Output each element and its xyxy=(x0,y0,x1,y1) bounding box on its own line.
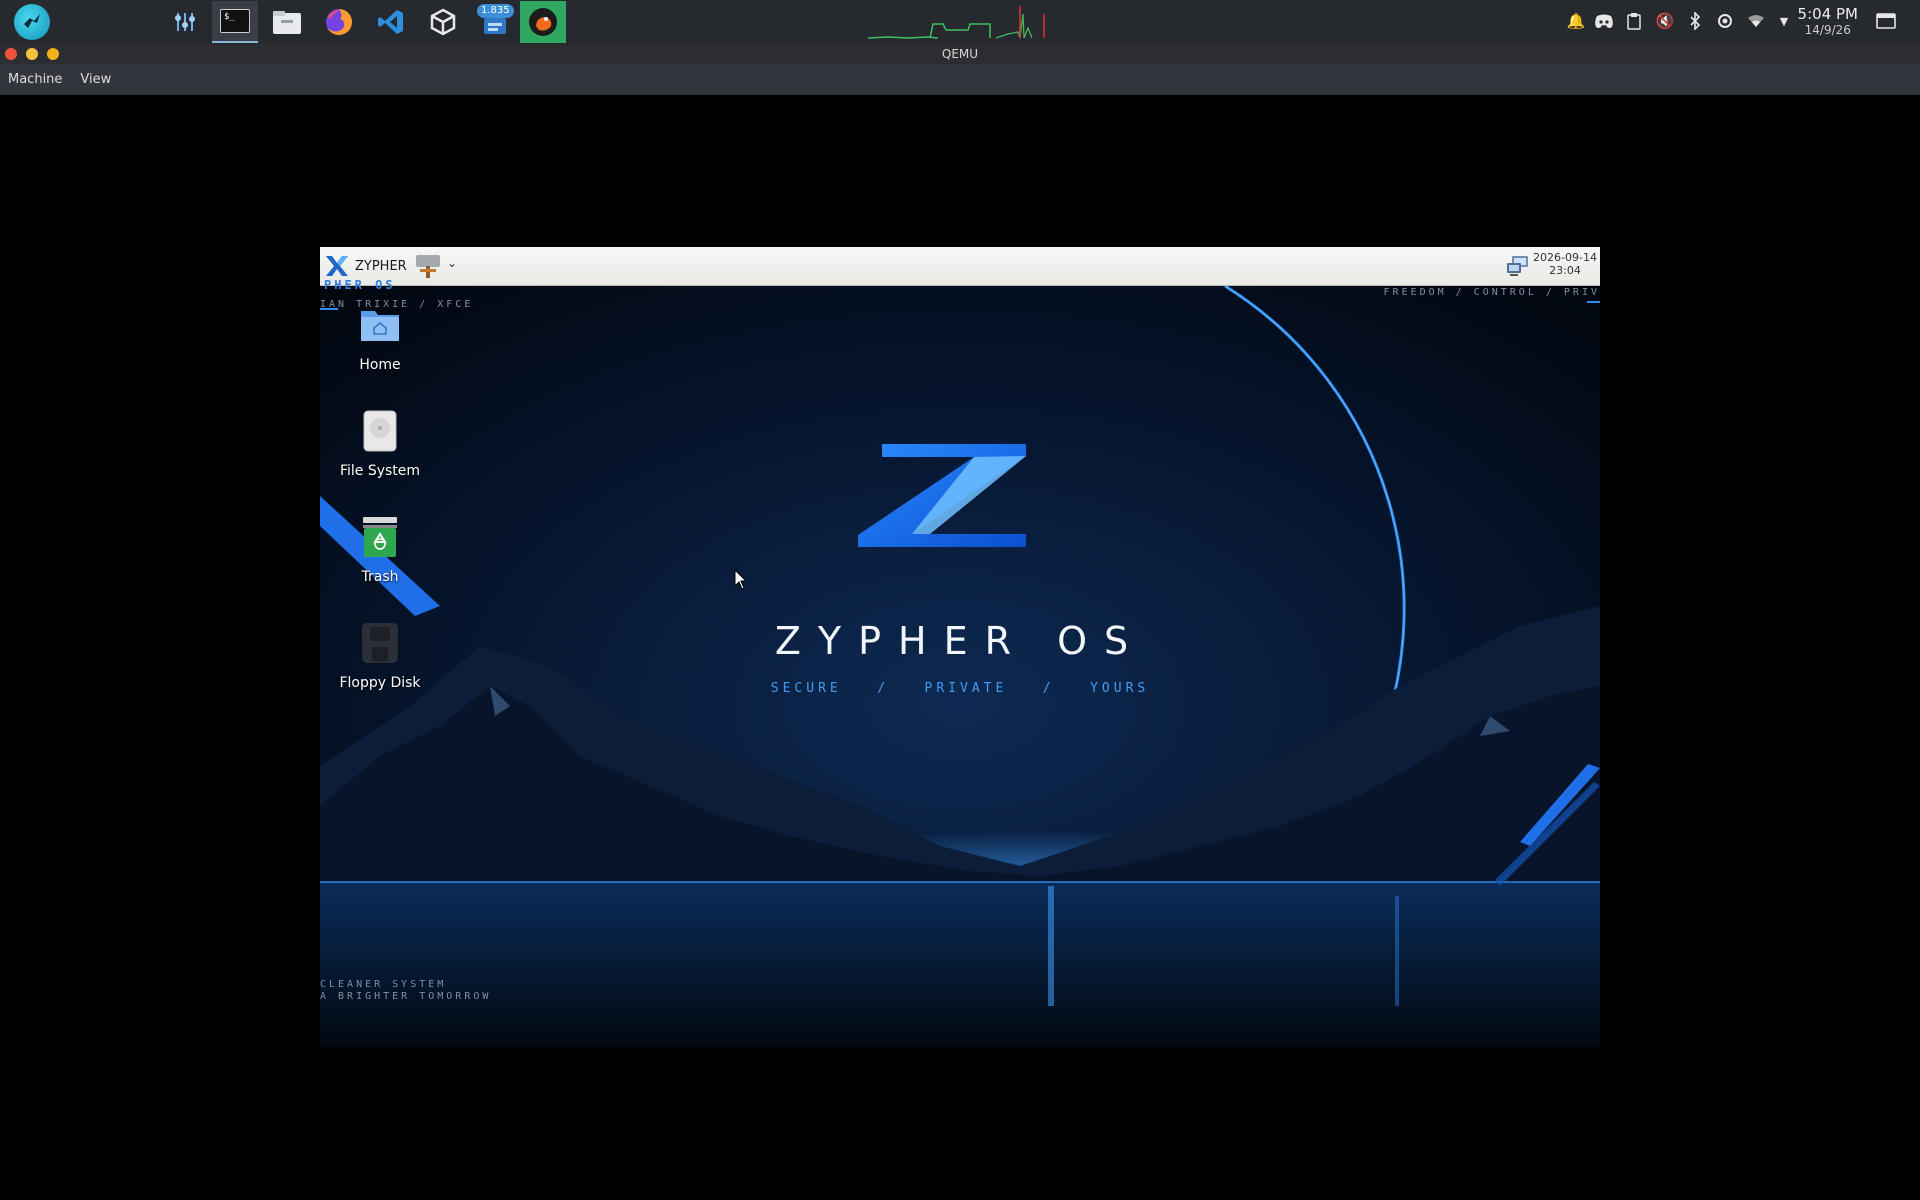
guest-clock-time: 23:04 xyxy=(1549,264,1581,277)
app-launcher-icon[interactable] xyxy=(14,4,50,40)
guest-panel: ZYPHER ⌄ 2026-09-14 23:04 xyxy=(320,247,1600,286)
qemu-menubar: Machine View xyxy=(0,64,1920,95)
wallpaper-corner-tagline: FREEDOM / CONTROL / PRIV xyxy=(1383,287,1600,298)
desktop-wallpaper xyxy=(320,286,1600,1047)
qemu-titlebar: QEMU xyxy=(0,44,1920,64)
notification-bell-icon[interactable]: 🔔 xyxy=(1565,10,1587,32)
desktop-icon-floppy-label: Floppy Disk xyxy=(339,675,421,691)
settings-sliders-icon[interactable] xyxy=(162,1,208,43)
bluetooth-icon[interactable] xyxy=(1684,10,1706,32)
trash-icon xyxy=(363,517,397,557)
wallpaper-corner-title: PHER OS xyxy=(324,278,396,292)
show-desktop-icon[interactable] xyxy=(1875,10,1897,32)
menu-view[interactable]: View xyxy=(80,72,111,87)
guest-display[interactable]: ZYPHER ⌄ 2026-09-14 23:04 PHER OS IAN TR… xyxy=(320,247,1600,1047)
host-clock-date: 14/9/26 xyxy=(1804,23,1851,37)
network-speed-badge: 1.835 xyxy=(477,4,514,18)
tray-expand-chevron-icon[interactable]: ▼ xyxy=(1773,10,1795,32)
hard-drive-icon xyxy=(363,410,397,452)
host-clock-time: 5:04 PM xyxy=(1797,5,1858,23)
discord-icon[interactable] xyxy=(1593,10,1615,32)
wallpaper-hero-title: ZYPHER OS xyxy=(774,619,1146,663)
wallpaper-hero-subtitle: SECURE / PRIVATE / YOURS xyxy=(770,681,1150,696)
volume-muted-icon[interactable]: 🔇 xyxy=(1654,10,1676,32)
wifi-icon[interactable] xyxy=(1745,10,1767,32)
menu-machine[interactable]: Machine xyxy=(8,72,62,87)
desktop-icon-file-system-label: File System xyxy=(339,463,421,479)
qemu-icon[interactable] xyxy=(520,1,566,43)
desktop-icon-trash[interactable]: Trash xyxy=(320,515,440,585)
unity-icon[interactable] xyxy=(420,1,466,43)
host-clock[interactable]: 5:04 PM 14/9/26 xyxy=(1797,5,1858,38)
desktop-icon-floppy[interactable]: Floppy Disk xyxy=(320,621,440,691)
guest-app-menu[interactable]: ZYPHER xyxy=(324,253,407,279)
guest-panel-chevron-icon[interactable]: ⌄ xyxy=(447,256,457,270)
clipboard-icon[interactable] xyxy=(1623,10,1645,32)
system-monitor-graph xyxy=(868,6,1045,39)
terminal-prompt-label: $_ xyxy=(220,9,250,33)
guest-clock[interactable]: 2026-09-14 23:04 xyxy=(1532,251,1598,277)
window-title: QEMU xyxy=(941,47,979,61)
guest-clock-date: 2026-09-14 xyxy=(1533,251,1597,264)
mouse-cursor-icon xyxy=(734,569,748,590)
desktop-icon-trash-label: Trash xyxy=(361,569,399,585)
floppy-disk-icon xyxy=(362,623,398,663)
vscode-icon[interactable] xyxy=(368,1,414,43)
host-taskbar: $_ 1.835 🔔 🔇 ▼ 5:04 PM 14/9/26 xyxy=(0,0,1920,44)
file-manager-icon[interactable] xyxy=(264,1,310,43)
guest-panel-tool-icon[interactable] xyxy=(414,253,442,285)
home-folder-icon xyxy=(361,311,399,341)
desktop-icon-home[interactable]: Home xyxy=(320,303,440,373)
guest-network-icon[interactable] xyxy=(1506,255,1530,281)
zypher-x-logo-icon xyxy=(326,256,348,276)
terminal-icon[interactable]: $_ xyxy=(212,1,258,43)
wallpaper-bottom-line-2: A BRIGHTER TOMORROW xyxy=(320,991,492,1002)
brightness-icon[interactable] xyxy=(1714,10,1736,32)
guest-app-menu-label: ZYPHER xyxy=(355,258,407,274)
desktop-icon-file-system[interactable]: File System xyxy=(320,409,440,479)
firefox-icon[interactable] xyxy=(316,1,362,43)
desktop-icon-home-label: Home xyxy=(359,357,401,373)
wallpaper-bottom-line-1: CLEANER SYSTEM xyxy=(320,979,447,990)
